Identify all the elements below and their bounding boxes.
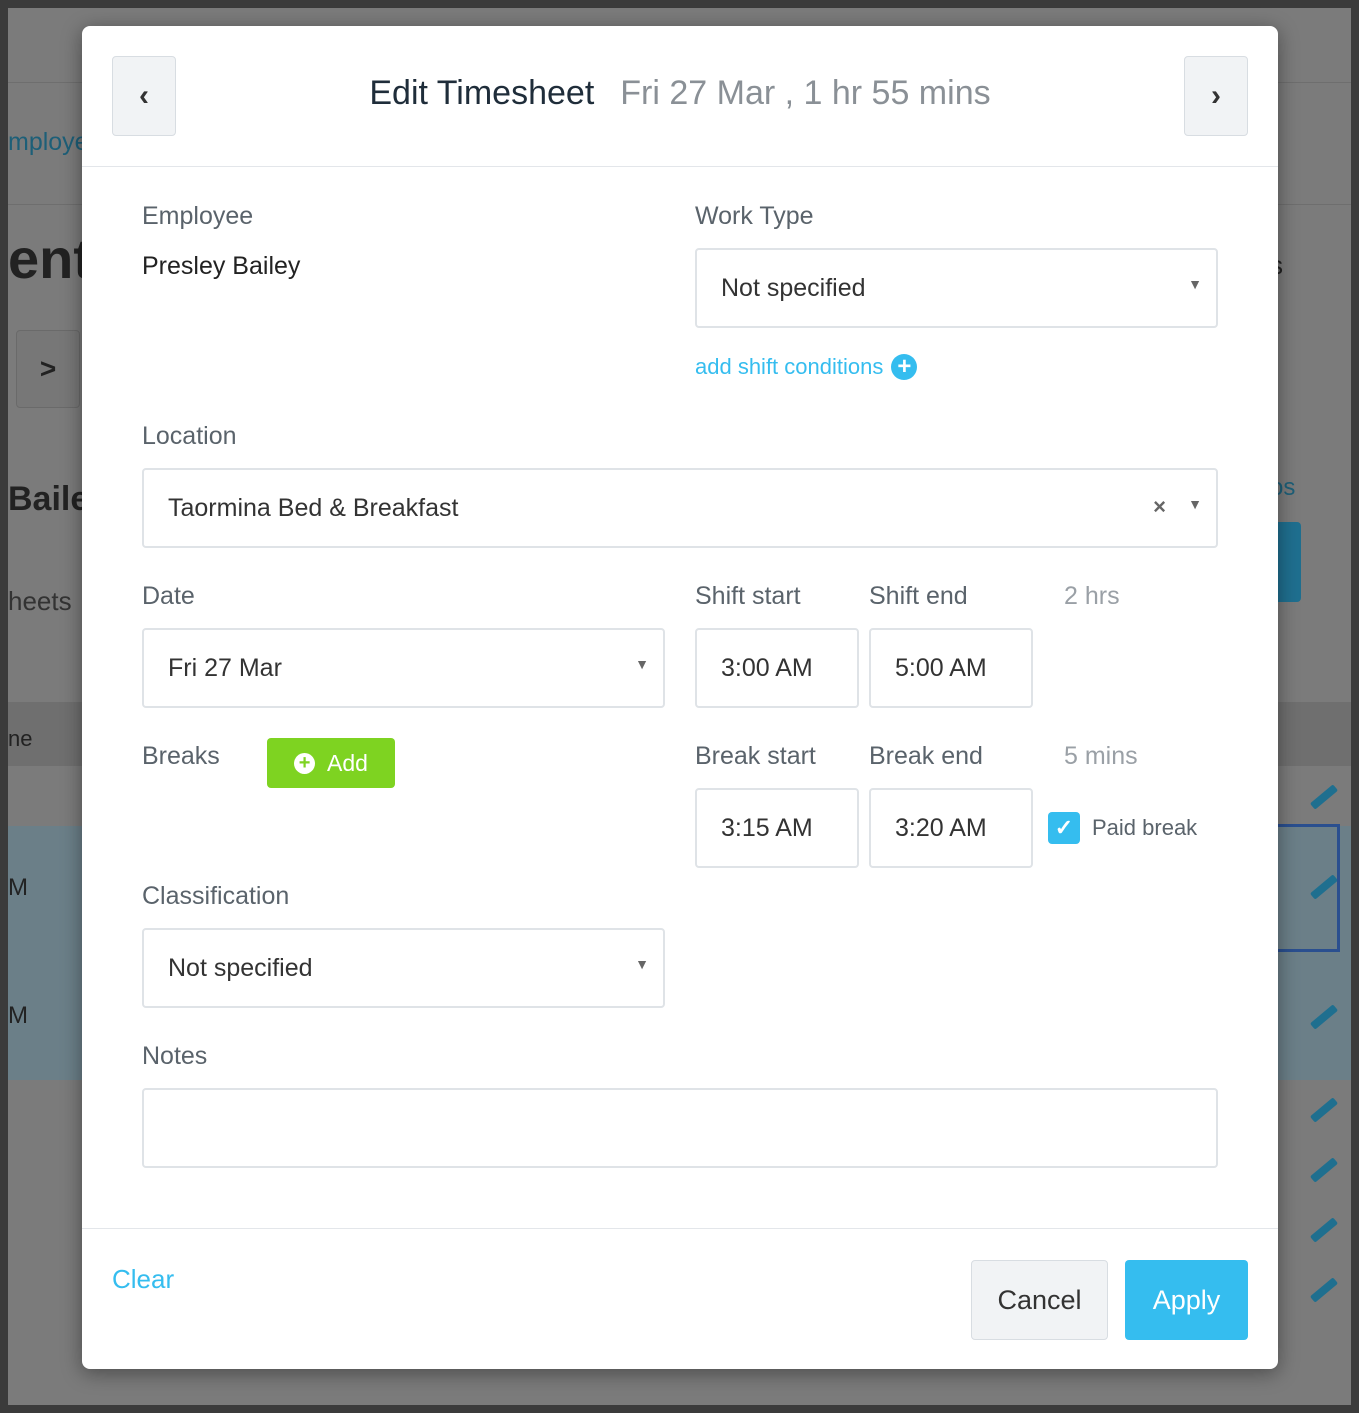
bg-next-button: > bbox=[16, 330, 80, 408]
dropdown-caret-icon: ▼ bbox=[1188, 276, 1202, 292]
paid-break-checkbox[interactable]: ✓ Paid break bbox=[1048, 812, 1197, 844]
pencil-icon bbox=[1309, 1217, 1339, 1243]
bg-cell: M bbox=[8, 1002, 28, 1029]
add-break-button[interactable]: + Add bbox=[267, 738, 395, 788]
bg-cell: M bbox=[8, 874, 28, 901]
break-end-label: Break end bbox=[869, 742, 983, 770]
clear-x-icon[interactable]: × bbox=[1153, 494, 1166, 520]
notes-input[interactable] bbox=[142, 1088, 1218, 1168]
shift-start-input[interactable]: 3:00 AM bbox=[695, 628, 859, 708]
employee-label: Employee bbox=[142, 202, 254, 230]
breaks-label: Breaks bbox=[142, 742, 220, 770]
shift-end-label: Shift end bbox=[869, 582, 968, 610]
date-select[interactable]: Fri 27 Mar ▼ bbox=[142, 628, 665, 708]
break-duration: 5 mins bbox=[1064, 742, 1138, 770]
clear-link[interactable]: Clear bbox=[112, 1264, 174, 1295]
classification-select[interactable]: Not specified ▼ bbox=[142, 928, 665, 1008]
work-type-value: Not specified bbox=[721, 273, 866, 302]
chevron-right-icon: › bbox=[1211, 79, 1221, 112]
date-label: Date bbox=[142, 582, 195, 610]
dropdown-caret-icon: ▼ bbox=[635, 656, 649, 672]
edit-timesheet-modal: ‹ Edit Timesheet Fri 27 Mar , 1 hr 55 min… bbox=[82, 26, 1278, 1369]
shift-duration: 2 hrs bbox=[1064, 582, 1120, 610]
notes-label: Notes bbox=[142, 1042, 208, 1070]
bg-col-header: ne bbox=[8, 726, 33, 751]
break-start-input[interactable]: 3:15 AM bbox=[695, 788, 859, 868]
employee-name: Presley Bailey bbox=[142, 252, 301, 280]
classification-label: Classification bbox=[142, 882, 290, 910]
title-summary: Fri 27 Mar , 1 hr 55 mins bbox=[620, 74, 991, 112]
checkmark-icon: ✓ bbox=[1048, 812, 1080, 844]
title-text: Edit Timesheet bbox=[369, 74, 595, 112]
cancel-text: Cancel bbox=[997, 1284, 1082, 1315]
cancel-button[interactable]: Cancel bbox=[971, 1260, 1108, 1340]
break-start-label: Break start bbox=[695, 742, 816, 770]
pencil-icon bbox=[1309, 1097, 1339, 1123]
break-end-input[interactable]: 3:20 AM bbox=[869, 788, 1033, 868]
next-button[interactable]: › bbox=[1184, 56, 1248, 136]
location-label: Location bbox=[142, 422, 237, 450]
break-start-value: 3:15 AM bbox=[721, 813, 813, 842]
paid-break-label: Paid break bbox=[1092, 815, 1198, 840]
work-type-select[interactable]: Not specified ▼ bbox=[695, 248, 1218, 328]
date-value: Fri 27 Mar bbox=[168, 653, 282, 682]
dropdown-caret-icon: ▼ bbox=[1188, 496, 1202, 512]
bg-heading: ent bbox=[8, 227, 92, 290]
apply-text: Apply bbox=[1152, 1284, 1221, 1315]
pencil-icon bbox=[1309, 784, 1339, 810]
shift-end-value: 5:00 AM bbox=[895, 653, 987, 682]
shift-start-label: Shift start bbox=[695, 582, 801, 610]
add-break-text: Add bbox=[327, 749, 368, 776]
break-end-value: 3:20 AM bbox=[895, 813, 987, 842]
work-type-label: Work Type bbox=[695, 202, 814, 230]
shift-start-value: 3:00 AM bbox=[721, 653, 813, 682]
bg-timesheets: heets bbox=[8, 586, 72, 616]
pencil-icon bbox=[1309, 1157, 1339, 1183]
bg-breadcrumb: mploye bbox=[8, 128, 89, 156]
plus-circle-icon: + bbox=[294, 752, 316, 774]
location-value: Taormina Bed & Breakfast bbox=[168, 493, 459, 522]
plus-circle-icon: + bbox=[891, 353, 918, 380]
modal-header: ‹ Edit Timesheet Fri 27 Mar , 1 hr 55 min… bbox=[82, 26, 1278, 167]
location-select[interactable]: Taormina Bed & Breakfast × ▼ bbox=[142, 468, 1218, 548]
shift-end-input[interactable]: 5:00 AM bbox=[869, 628, 1033, 708]
dropdown-caret-icon: ▼ bbox=[635, 956, 649, 972]
modal-title: Edit Timesheet Fri 27 Mar , 1 hr 55 mins bbox=[82, 74, 1278, 113]
pencil-icon bbox=[1309, 1277, 1339, 1303]
apply-button[interactable]: Apply bbox=[1125, 1260, 1248, 1340]
classification-value: Not specified bbox=[168, 953, 313, 982]
add-shift-conditions-link[interactable]: add shift conditions + bbox=[695, 353, 918, 380]
add-shift-conditions-text: add shift conditions bbox=[695, 354, 884, 379]
